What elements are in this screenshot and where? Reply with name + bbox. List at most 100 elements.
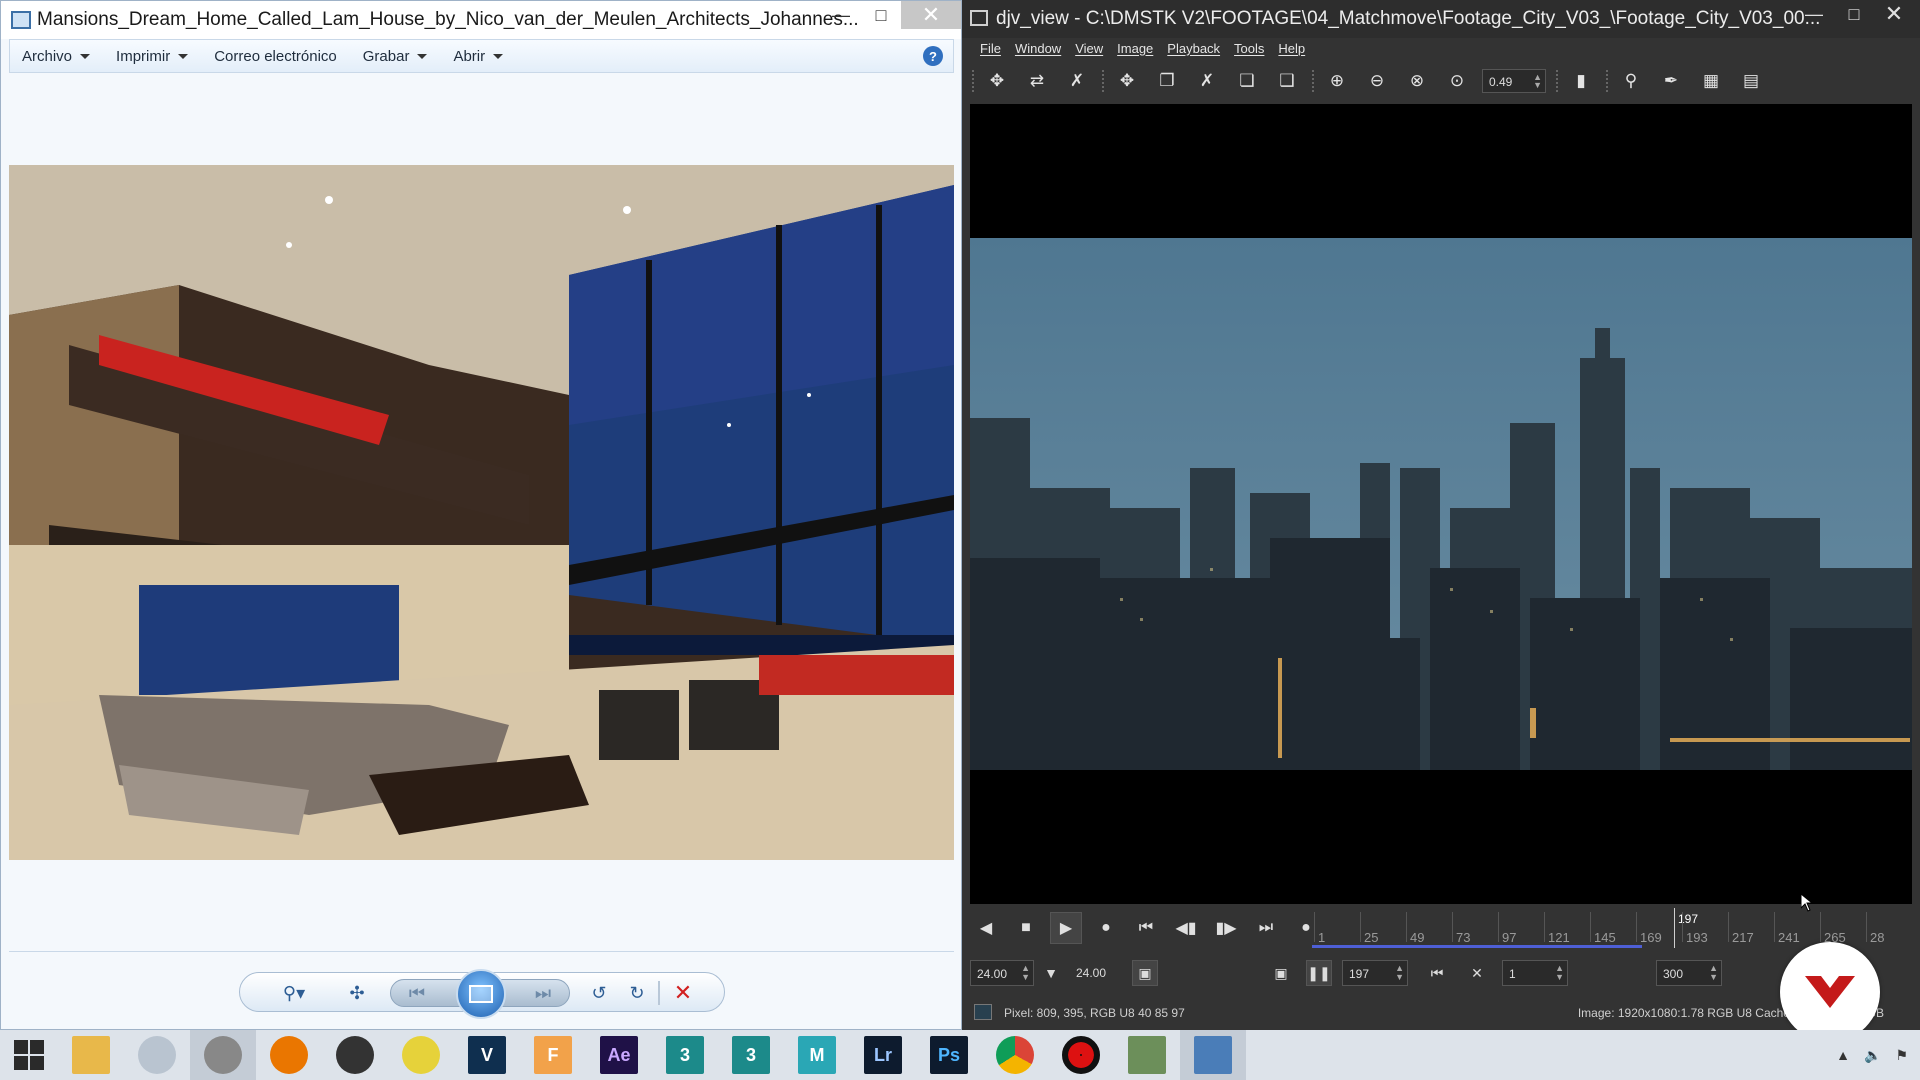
timeline-tick-line — [1866, 912, 1867, 942]
step-back-icon[interactable]: ◀▮ — [1170, 912, 1202, 944]
sketch-icon[interactable] — [388, 1030, 454, 1080]
djv-viewport[interactable] — [970, 104, 1912, 904]
chrome-icon[interactable] — [982, 1030, 1048, 1080]
timeline-playhead[interactable] — [1674, 908, 1675, 948]
spreadsheet-icon[interactable] — [1114, 1030, 1180, 1080]
minimize-button[interactable]: — — [821, 1, 861, 29]
menu-view[interactable]: View — [1075, 41, 1103, 56]
info-panel-icon[interactable]: ▮ — [1566, 67, 1596, 95]
3ds-max-icon-2[interactable]: 3 — [718, 1030, 784, 1080]
davinci-resolve-icon[interactable] — [322, 1030, 388, 1080]
3ds-max-icon[interactable]: 3 — [652, 1030, 718, 1080]
volume-icon[interactable]: 🔈 — [1864, 1047, 1881, 1064]
spin-arrows-icon[interactable]: ▲ ▼ — [1021, 964, 1030, 982]
play-forward-icon[interactable]: ▶ — [1050, 912, 1082, 944]
media-player-icon[interactable] — [190, 1030, 256, 1080]
maximize-button[interactable]: □ — [861, 1, 901, 29]
play-reverse-icon[interactable]: ◀ — [970, 912, 1002, 944]
slideshow-button[interactable] — [456, 969, 506, 1019]
spin-arrows-icon[interactable]: ▲ ▼ — [1555, 964, 1564, 982]
photo-viewer-icon[interactable] — [1180, 1030, 1246, 1080]
magnify-tool-icon[interactable]: ⚲ — [1616, 67, 1646, 95]
menu-playback[interactable]: Playback — [1167, 41, 1220, 56]
start-button[interactable] — [0, 1030, 58, 1080]
spin-arrows-icon[interactable]: ▲ ▼ — [1709, 964, 1718, 982]
help-icon[interactable]: ? — [923, 46, 943, 66]
recorder-icon[interactable] — [1048, 1030, 1114, 1080]
minimize-button[interactable]: — — [1794, 0, 1834, 28]
reload-icon[interactable]: ⇄ — [1022, 67, 1052, 95]
spin-arrows-icon[interactable]: ▲ ▼ — [1533, 73, 1542, 90]
menu-grabar[interactable]: Grabar — [363, 48, 428, 65]
fps-dropdown-icon[interactable]: ▼ — [1038, 960, 1064, 986]
clear-points-icon[interactable]: ✕ — [1464, 960, 1490, 986]
next-icon[interactable]: ⏭ — [530, 981, 556, 1005]
menu-image[interactable]: Image — [1117, 41, 1153, 56]
system-tray: ▲ 🔈 ⚑ — [1836, 1030, 1908, 1080]
menu-help[interactable]: Help — [1278, 41, 1305, 56]
channel-logo-badge — [1780, 942, 1880, 1042]
djv-app-icon — [970, 10, 988, 26]
rotate-right-icon[interactable]: ↻ — [624, 981, 650, 1005]
menu-file[interactable]: File — [980, 41, 1001, 56]
menu-archivo[interactable]: Archivo — [22, 48, 91, 65]
fit-window-icon[interactable]: ❏ — [1232, 67, 1262, 95]
close-button[interactable]: ✕ — [901, 1, 961, 29]
set-in-point-icon[interactable]: ⏮ — [1424, 960, 1450, 986]
step-forward-icon[interactable]: ▮▶ — [1210, 912, 1242, 944]
stop-icon[interactable]: ■ — [1010, 912, 1042, 944]
go-to-end-icon[interactable]: ⏭ — [1250, 912, 1282, 944]
blender-icon[interactable] — [256, 1030, 322, 1080]
file-info-icon[interactable]: ▤ — [1736, 67, 1766, 95]
close-window-icon[interactable]: ✗ — [1192, 67, 1222, 95]
copy-window-icon[interactable]: ❐ — [1152, 67, 1182, 95]
lightroom-icon[interactable]: Lr — [850, 1030, 916, 1080]
close-file-icon[interactable]: ✗ — [1062, 67, 1092, 95]
timeline-tick-label: 145 — [1594, 930, 1616, 945]
photoshop-icon[interactable]: Ps — [916, 1030, 982, 1080]
toolbar-separator — [1606, 70, 1608, 92]
end-frame-input[interactable]: 300 ▲ ▼ — [1656, 960, 1722, 986]
new-window-icon[interactable]: ✥ — [1112, 67, 1142, 95]
frame-step-input[interactable]: 1 ▲ ▼ — [1502, 960, 1568, 986]
lock-icon[interactable]: ▣ — [1132, 960, 1158, 986]
fit-to-window-icon[interactable]: ✣ — [344, 981, 370, 1005]
delete-icon[interactable]: ✕ — [670, 980, 696, 1005]
zoom-icon[interactable]: ⚲▾ — [274, 981, 314, 1005]
file-explorer-icon[interactable] — [58, 1030, 124, 1080]
close-button[interactable]: ✕ — [1874, 0, 1914, 28]
spin-arrows-icon[interactable]: ▲ ▼ — [1395, 964, 1404, 982]
menu-imprimir[interactable]: Imprimir — [116, 48, 189, 65]
tray-overflow-icon[interactable]: ▲ — [1836, 1047, 1850, 1063]
fps-input[interactable]: 24.00 ▲ ▼ — [970, 960, 1034, 986]
paint-icon[interactable] — [124, 1030, 190, 1080]
zoom-out-icon[interactable]: ⊖ — [1362, 67, 1392, 95]
rotate-left-icon[interactable]: ↺ — [586, 981, 612, 1005]
zoom-reset-icon[interactable]: ⊗ — [1402, 67, 1432, 95]
zoom-in-icon[interactable]: ⊕ — [1322, 67, 1352, 95]
zoom-fit-icon[interactable]: ⊙ — [1442, 67, 1472, 95]
v-app-icon[interactable]: V — [454, 1030, 520, 1080]
action-center-icon[interactable]: ⚑ — [1895, 1047, 1908, 1064]
open-icon[interactable]: ✥ — [982, 67, 1012, 95]
histogram-icon[interactable]: ▦ — [1696, 67, 1726, 95]
after-effects-icon[interactable]: Ae — [586, 1030, 652, 1080]
tile-window-icon[interactable]: ❑ — [1272, 67, 1302, 95]
loop-mode-icon[interactable]: ● — [1090, 912, 1122, 944]
maya-icon[interactable]: M — [784, 1030, 850, 1080]
fusion-icon[interactable]: F — [520, 1030, 586, 1080]
photo-viewer-controls: ⚲▾ ✣ ⏮ ⏭ ↺ ↻ ✕ — [239, 969, 725, 1019]
zoom-input[interactable]: 0.49 ▲ ▼ — [1482, 69, 1546, 93]
color-picker-icon[interactable]: ✒ — [1656, 67, 1686, 95]
previous-icon[interactable]: ⏮ — [404, 981, 430, 1005]
menu-abrir[interactable]: Abrir — [453, 48, 504, 65]
menu-window[interactable]: Window — [1015, 41, 1061, 56]
menu-correo[interactable]: Correo electrónico — [214, 48, 337, 65]
pause-icon[interactable]: ❚❚ — [1306, 960, 1332, 986]
go-to-start-icon[interactable]: ⏮ — [1130, 912, 1162, 944]
photo-viewer-bottom-divider — [9, 951, 954, 952]
frame-input[interactable]: 197 ▲ ▼ — [1342, 960, 1408, 986]
in-out-points-icon[interactable]: ▣ — [1268, 960, 1294, 986]
maximize-button[interactable]: □ — [1834, 0, 1874, 28]
menu-tools[interactable]: Tools — [1234, 41, 1264, 56]
